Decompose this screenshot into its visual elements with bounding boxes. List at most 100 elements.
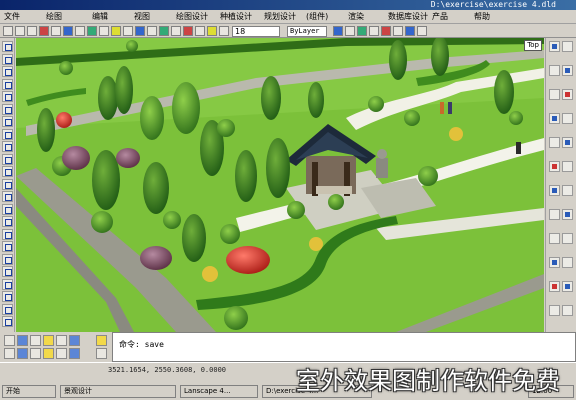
polyline-icon[interactable] [2,66,13,77]
copy-icon[interactable] [63,26,73,36]
ortho-icon[interactable] [30,335,41,346]
pan-icon[interactable] [147,26,157,36]
linetype-icon[interactable] [333,26,343,36]
fillet-icon[interactable] [549,209,560,220]
otrack-icon[interactable] [69,335,80,346]
polar-icon[interactable] [43,335,54,346]
polygon-icon[interactable] [2,78,13,90]
rectangle-icon[interactable] [2,91,13,102]
layer-icon[interactable] [219,26,229,36]
union-icon[interactable] [549,305,560,316]
boundary-icon[interactable] [549,281,560,292]
am-icon[interactable] [69,348,80,359]
grid-icon[interactable] [17,335,28,346]
break-icon[interactable] [562,161,573,172]
trim-icon[interactable] [562,137,573,148]
table-icon[interactable] [2,253,13,265]
model-icon[interactable] [4,348,15,359]
render-icon[interactable] [171,26,181,36]
tool-palette-icon[interactable] [405,26,415,36]
tolerance-icon[interactable] [2,303,13,315]
circle-icon[interactable] [2,116,13,127]
extend-icon[interactable] [549,161,560,172]
menu-item[interactable]: 渲染 [348,11,364,23]
array-icon[interactable] [549,89,560,100]
divide-icon[interactable] [549,257,560,268]
lwt-icon[interactable] [96,335,107,346]
taskbar-item[interactable]: 景观设计 [60,385,176,398]
print-icon[interactable] [39,26,49,36]
region-modify-icon[interactable] [562,281,573,292]
undo-icon[interactable] [87,26,97,36]
ellipse-arc-icon[interactable] [2,166,13,177]
menu-item[interactable]: 种植设计 [220,11,252,23]
mirror-icon[interactable] [549,65,560,76]
copy-object-icon[interactable] [562,41,573,52]
insert-block-icon[interactable] [2,178,13,190]
offset-icon[interactable] [562,65,573,76]
leader-icon[interactable] [2,291,13,302]
layout-icon[interactable] [17,348,28,359]
tpy-icon[interactable] [96,348,107,359]
move-icon[interactable] [562,89,573,100]
menu-item[interactable]: 视图 [134,11,150,23]
multiline-text-icon[interactable] [2,266,13,277]
layer-state-icon[interactable] [123,26,133,36]
make-block-icon[interactable] [2,191,13,202]
region-icon[interactable] [2,241,13,252]
orbit-icon[interactable] [159,26,169,36]
menu-item[interactable]: 编辑 [92,11,108,23]
sun-icon[interactable] [207,26,217,36]
menu-item[interactable]: 文件 [4,11,20,23]
properties-icon[interactable] [369,26,379,36]
point-icon[interactable] [2,203,13,215]
material-icon[interactable] [195,26,205,36]
menu-item[interactable]: 绘图设计 [176,11,208,23]
erase-icon[interactable] [549,41,560,52]
layer-props-icon[interactable] [111,26,121,36]
lengthen-icon[interactable] [562,233,573,244]
join-icon[interactable] [549,185,560,196]
spline-icon[interactable] [2,141,13,152]
design-center-icon[interactable] [393,26,403,36]
center-mark-icon[interactable] [2,316,13,327]
taskbar-item[interactable]: Lanscape 4... [180,385,258,398]
sc-icon[interactable] [56,348,67,359]
plot-style-icon[interactable] [357,26,367,36]
rotate-icon[interactable] [549,113,560,124]
menu-item[interactable]: (组件) [306,11,328,23]
open-file-icon[interactable] [15,26,25,36]
lineweight-icon[interactable] [345,26,355,36]
measure-icon[interactable] [562,257,573,268]
zoom-icon[interactable] [135,26,145,36]
light-icon[interactable] [183,26,193,36]
view-label[interactable]: Top [524,40,542,51]
paste-icon[interactable] [75,26,85,36]
menu-item[interactable]: 帮助 [474,11,490,23]
qp-icon[interactable] [43,348,54,359]
hatch-icon[interactable] [2,216,13,227]
explode-icon[interactable] [562,209,573,220]
menu-item[interactable]: 规划设计 [264,11,296,23]
snap-icon[interactable] [4,335,15,346]
layer-select[interactable]: 18 [232,26,280,37]
osnap-icon[interactable] [56,335,67,346]
drawing-viewport[interactable]: Top [16,38,544,332]
help-icon[interactable] [417,26,427,36]
dyn-icon[interactable] [30,348,41,359]
gradient-icon[interactable] [2,228,13,240]
match-props-icon[interactable] [381,26,391,36]
stretch-icon[interactable] [549,137,560,148]
chamfer-icon[interactable] [562,185,573,196]
line-icon[interactable] [2,41,13,52]
scale-icon[interactable] [562,113,573,124]
command-input[interactable] [119,350,559,360]
menu-item[interactable]: 产品 [432,11,448,23]
new-file-icon[interactable] [3,26,13,36]
taskbar-item[interactable]: 开始 [2,385,56,398]
revision-cloud-icon[interactable] [2,128,13,140]
construction-line-icon[interactable] [2,53,13,65]
menu-item[interactable]: 绘图 [46,11,62,23]
arc-icon[interactable] [2,103,13,115]
ellipse-icon[interactable] [2,153,13,165]
